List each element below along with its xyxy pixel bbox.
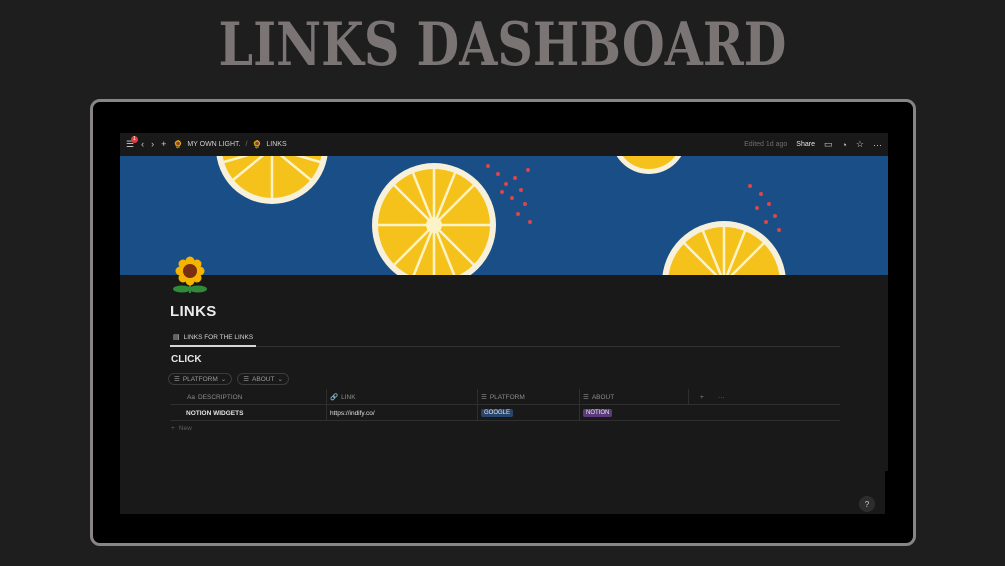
forward-arrow-icon[interactable]: › bbox=[151, 140, 154, 149]
more-options-icon[interactable]: ··· bbox=[873, 140, 882, 150]
column-label: PLATFORM bbox=[489, 393, 525, 401]
column-header-platform[interactable]: ☰ PLATFORM bbox=[481, 389, 525, 405]
table-row[interactable]: NOTION WIDGETS https://indify.co/ GOOGLE… bbox=[170, 405, 840, 421]
column-divider bbox=[579, 389, 580, 405]
cell-about[interactable]: NOTION bbox=[583, 405, 613, 421]
breadcrumb-item-links[interactable]: LINKS bbox=[266, 141, 286, 148]
column-divider bbox=[477, 405, 478, 421]
table-header: Aa DESCRIPTION 🔗 LINK ☰ PLATFORM ☰ ABOUT bbox=[170, 389, 840, 405]
column-divider bbox=[326, 405, 327, 421]
page-cover bbox=[120, 156, 888, 275]
column-label: DESCRIPTION bbox=[197, 393, 243, 401]
chevron-down-icon: ⌄ bbox=[220, 376, 227, 383]
column-divider bbox=[579, 405, 580, 421]
new-row-label: New bbox=[178, 425, 192, 432]
sidebar-menu-icon[interactable]: ☰ 1 bbox=[126, 136, 138, 149]
column-divider bbox=[326, 389, 327, 405]
table-icon: ▤ bbox=[173, 334, 180, 341]
links-table: Aa DESCRIPTION 🔗 LINK ☰ PLATFORM ☰ ABOUT bbox=[170, 389, 840, 421]
notion-window: ☰ 1 ‹ › + 🌻 MY OWN LIGHT. / 🌻 LINKS Edite… bbox=[120, 133, 888, 514]
notification-badge: 1 bbox=[131, 136, 138, 143]
list-icon: ☰ bbox=[243, 376, 250, 383]
sunflower-icon: 🌻 bbox=[173, 140, 184, 149]
column-header-link[interactable]: 🔗 LINK bbox=[330, 389, 356, 405]
filter-bar: ☰ PLATFORM ⌄ ☰ ABOUT ⌄ bbox=[168, 373, 289, 385]
column-header-description[interactable]: Aa DESCRIPTION bbox=[187, 389, 242, 405]
scrollbar[interactable] bbox=[885, 471, 888, 514]
tab-label: LINKS FOR THE LINKS bbox=[183, 333, 254, 341]
top-bar: ☰ 1 ‹ › + 🌻 MY OWN LIGHT. / 🌻 LINKS Edite… bbox=[120, 133, 888, 156]
page-title: LINKS bbox=[170, 303, 217, 320]
share-button[interactable]: Share bbox=[796, 141, 815, 148]
database-title: CLICK bbox=[171, 354, 202, 365]
help-button[interactable]: ? bbox=[859, 496, 875, 512]
filter-label: PLATFORM bbox=[182, 375, 218, 383]
tag-google: GOOGLE bbox=[481, 409, 514, 417]
filter-about[interactable]: ☰ ABOUT ⌄ bbox=[237, 373, 289, 385]
cell-platform[interactable]: GOOGLE bbox=[481, 405, 514, 421]
more-properties-icon[interactable]: ··· bbox=[718, 389, 725, 405]
column-divider bbox=[688, 389, 689, 405]
cell-link[interactable]: https://indify.co/ bbox=[330, 405, 375, 421]
filter-label: ABOUT bbox=[252, 375, 275, 383]
plus-icon: + bbox=[171, 425, 175, 432]
list-icon: ☰ bbox=[481, 394, 487, 401]
cell-description[interactable]: NOTION WIDGETS bbox=[186, 405, 243, 421]
breadcrumb-item-my-own-light[interactable]: MY OWN LIGHT. bbox=[187, 141, 240, 148]
new-row-button[interactable]: + New bbox=[171, 425, 192, 432]
list-icon: ☰ bbox=[174, 376, 180, 383]
back-arrow-icon[interactable]: ‹ bbox=[141, 140, 144, 149]
tab-links-for-the-links[interactable]: ▤ LINKS FOR THE LINKS bbox=[170, 329, 257, 347]
breadcrumb-separator: / bbox=[245, 141, 248, 148]
sunflower-icon[interactable] bbox=[170, 255, 210, 295]
column-header-about[interactable]: ☰ ABOUT bbox=[583, 389, 614, 405]
updates-clock-icon[interactable]: ◔ bbox=[841, 140, 846, 150]
dashboard-banner-title: LINKS DASHBOARD bbox=[218, 10, 787, 80]
filter-platform[interactable]: ☰ PLATFORM ⌄ bbox=[168, 373, 233, 385]
column-label: ABOUT bbox=[591, 393, 615, 401]
link-icon: 🔗 bbox=[330, 394, 339, 401]
column-divider bbox=[477, 389, 478, 405]
column-label: LINK bbox=[341, 393, 356, 401]
edited-timestamp: Edited 1d ago bbox=[744, 141, 788, 148]
text-type-icon: Aa bbox=[187, 393, 195, 401]
list-icon: ☰ bbox=[583, 394, 589, 401]
tag-notion: NOTION bbox=[583, 409, 613, 417]
lemon-cover-illustration bbox=[120, 156, 888, 275]
favorite-star-icon[interactable]: ☆ bbox=[856, 139, 864, 150]
sunflower-icon: 🌻 bbox=[252, 140, 263, 149]
comment-icon[interactable]: ▭ bbox=[824, 139, 833, 150]
add-page-icon[interactable]: + bbox=[161, 140, 166, 149]
chevron-down-icon: ⌄ bbox=[277, 376, 283, 383]
add-property-button[interactable]: + bbox=[700, 389, 704, 405]
breadcrumb: 🌻 MY OWN LIGHT. / 🌻 LINKS bbox=[173, 140, 286, 149]
database-view-tabs: ▤ LINKS FOR THE LINKS bbox=[170, 329, 840, 347]
monitor-frame: ☰ 1 ‹ › + 🌻 MY OWN LIGHT. / 🌻 LINKS Edite… bbox=[90, 99, 916, 546]
